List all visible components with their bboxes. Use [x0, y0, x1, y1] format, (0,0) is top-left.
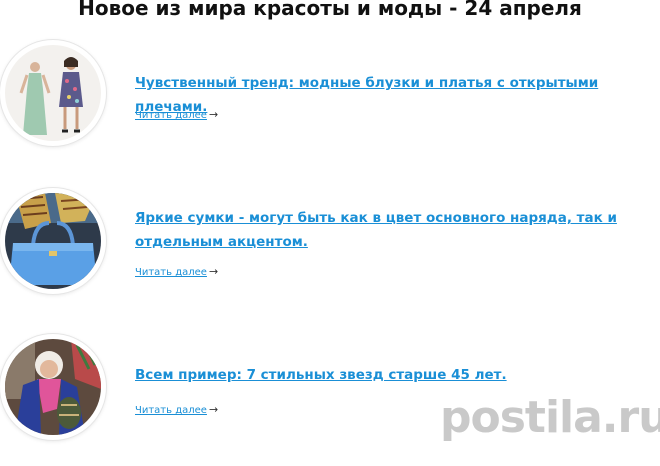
read-more-link[interactable]: Читать далее	[135, 267, 207, 278]
page-title: Новое из мира красоты и моды - 24 апреля	[78, 0, 582, 20]
read-more-link[interactable]: Читать далее	[135, 405, 207, 416]
fashion-dresses-photo-icon	[5, 45, 101, 141]
article-title-link[interactable]: Всем пример: 7 стильных звезд старше 45 …	[135, 363, 657, 387]
read-more[interactable]: Читать далее →	[135, 265, 218, 278]
read-more[interactable]: Читать далее →	[135, 403, 218, 416]
article-thumbnail[interactable]	[0, 40, 106, 146]
read-more-link[interactable]: Читать далее	[135, 110, 207, 121]
watermark-logo: postila.ru	[440, 392, 660, 443]
arrow-right-icon: →	[208, 108, 219, 121]
article-thumbnail[interactable]	[0, 334, 106, 440]
article-title-link[interactable]: Яркие сумки - могут быть как в цвет осно…	[135, 206, 657, 254]
arrow-right-icon: →	[208, 265, 219, 278]
blue-handbag-photo-icon	[5, 193, 101, 289]
read-more[interactable]: Читать далее →	[135, 108, 218, 121]
article-thumbnail[interactable]	[0, 188, 106, 294]
arrow-right-icon: →	[208, 403, 219, 416]
stylish-woman-photo-icon	[5, 339, 101, 435]
